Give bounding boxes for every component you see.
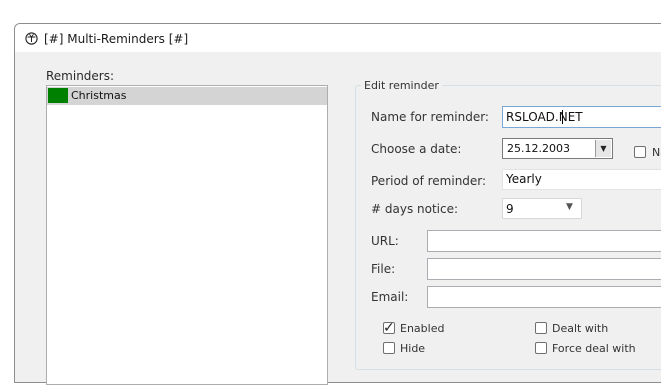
name-label: Name for reminder: — [371, 110, 489, 124]
reminder-app-icon — [25, 32, 38, 45]
hide-label: Hide — [400, 342, 426, 355]
period-label: Period of reminder: — [371, 174, 487, 188]
force-deal-with-label: Force deal with — [552, 342, 636, 355]
checkmark-icon: ✓ — [383, 320, 395, 336]
email-label: Email: — [371, 290, 409, 304]
url-input[interactable] — [427, 230, 661, 252]
date-option-label: No — [652, 146, 661, 159]
reminders-list[interactable] — [46, 85, 328, 385]
date-value: 25.12.2003 — [507, 142, 570, 155]
days-notice-label: # days notice: — [371, 202, 459, 216]
chevron-down-icon[interactable]: ▼ — [566, 202, 573, 212]
date-label: Choose a date: — [371, 142, 462, 156]
url-label: URL: — [371, 234, 399, 248]
reminder-name: Christmas — [71, 89, 127, 102]
window-title: [#] Multi-Reminders [#] — [44, 32, 189, 46]
hide-checkbox[interactable] — [383, 342, 395, 354]
file-label: File: — [371, 262, 396, 276]
text-caret — [562, 110, 563, 124]
reminder-name-input[interactable] — [502, 106, 661, 128]
days-notice-value: 9 — [506, 202, 514, 216]
reminders-label: Reminders: — [46, 69, 115, 83]
dealt-with-label: Dealt with — [552, 322, 609, 335]
enabled-label: Enabled — [400, 322, 445, 335]
period-value: Yearly — [506, 172, 542, 186]
email-input[interactable] — [427, 286, 661, 308]
date-option-checkbox[interactable] — [634, 146, 646, 158]
force-deal-with-checkbox[interactable] — [535, 342, 547, 354]
chevron-down-icon[interactable]: ▼ — [595, 140, 611, 157]
file-input[interactable] — [427, 258, 661, 280]
dealt-with-checkbox[interactable] — [535, 322, 547, 334]
reminder-color-swatch — [48, 88, 68, 103]
edit-reminder-group-label: Edit reminder — [361, 79, 442, 92]
